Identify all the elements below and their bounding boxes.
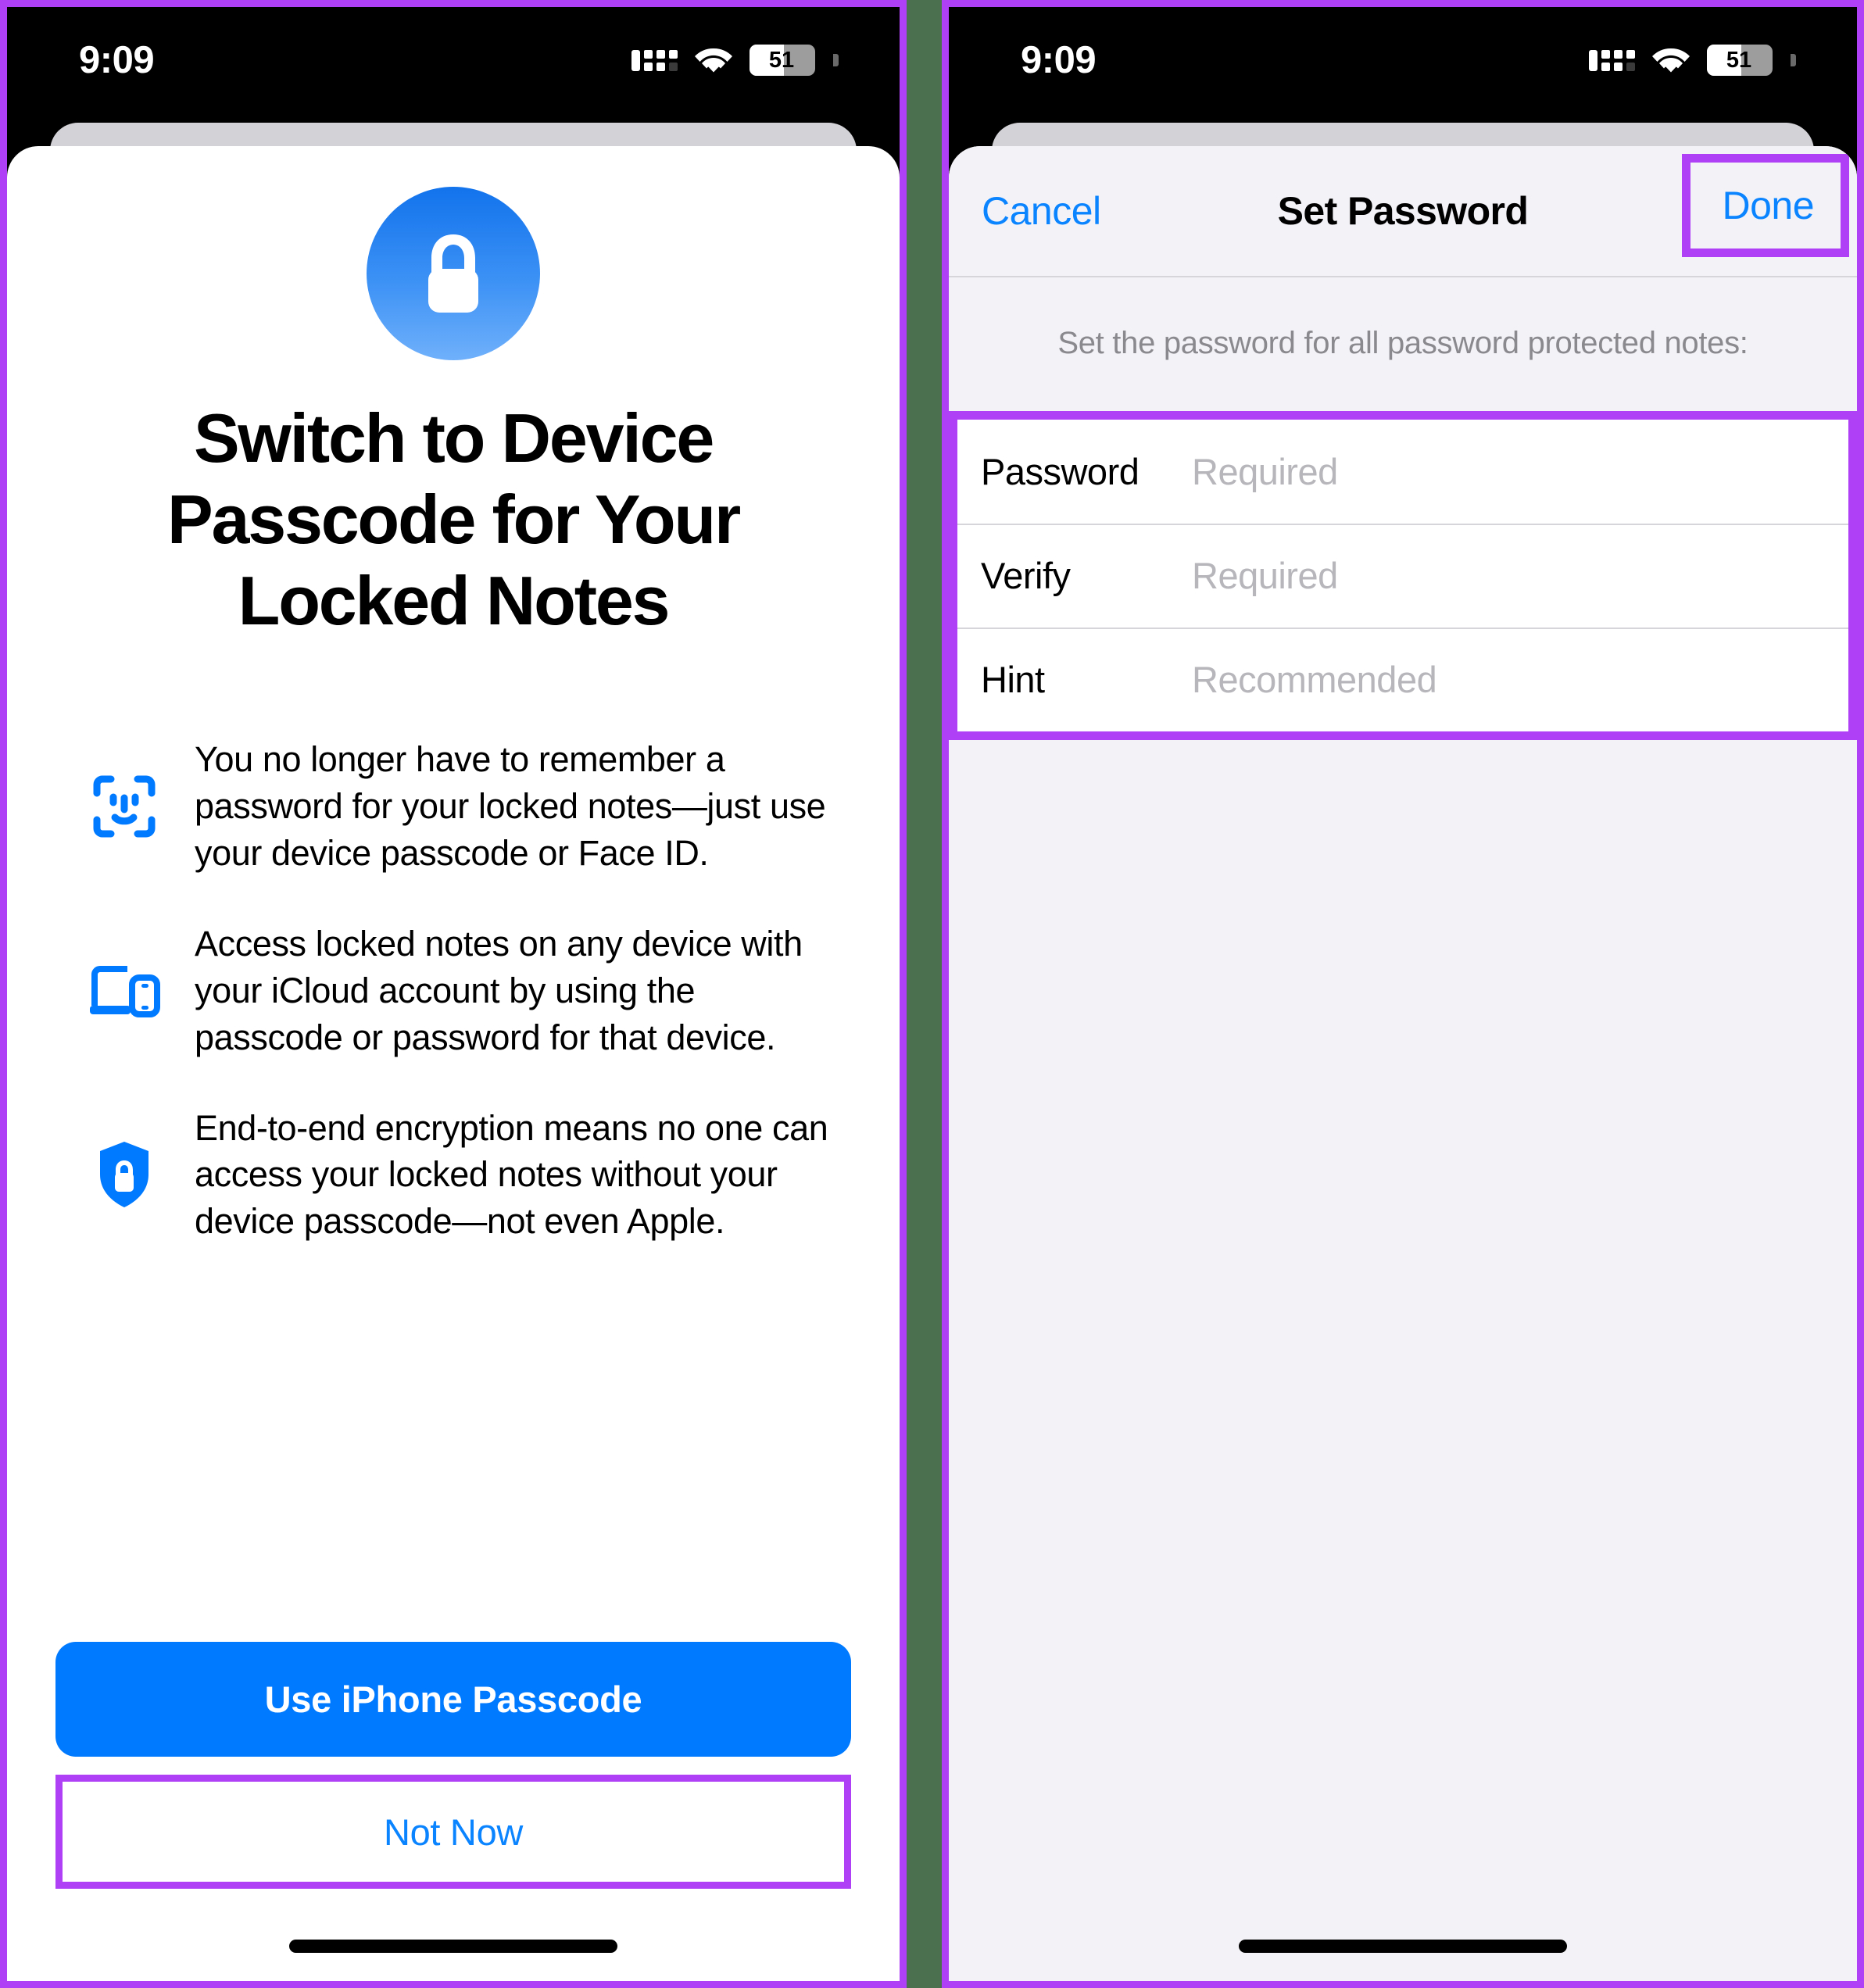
page-title: Switch to Device Passcode for Your Locke… bbox=[166, 399, 741, 639]
shield-lock-icon bbox=[88, 1139, 160, 1210]
battery-cap-icon bbox=[833, 54, 839, 66]
left-phone-screen: 9:09 51 Switch to Device Passcode for Yo… bbox=[0, 0, 907, 1988]
lock-badge-icon bbox=[367, 187, 540, 360]
navigation-bar: Cancel Set Password Done bbox=[949, 146, 1857, 277]
set-password-sheet: Cancel Set Password Done Set the passwor… bbox=[949, 146, 1857, 1981]
status-icons: 51 bbox=[631, 30, 839, 76]
form-empty-area bbox=[949, 740, 1857, 1981]
feature-text: End-to-end encryption means no one can a… bbox=[195, 1107, 828, 1242]
onboarding-sheet: Switch to Device Passcode for Your Locke… bbox=[7, 146, 900, 1981]
feature-text: Access locked notes on any device with y… bbox=[195, 924, 803, 1057]
verify-input[interactable] bbox=[1192, 554, 1848, 597]
password-input[interactable] bbox=[1192, 450, 1848, 493]
feature-list: You no longer have to remember a passwor… bbox=[7, 736, 900, 1642]
battery-level: 51 bbox=[768, 47, 795, 73]
wifi-icon bbox=[693, 45, 734, 75]
done-highlight: Done bbox=[1682, 154, 1849, 257]
list-item: End-to-end encryption means no one can a… bbox=[88, 1105, 835, 1246]
home-bar bbox=[1239, 1940, 1567, 1953]
battery-cap-icon bbox=[1791, 54, 1796, 66]
battery-icon: 51 bbox=[1707, 45, 1773, 76]
status-time: 9:09 bbox=[79, 39, 155, 81]
hint-field-label: Hint bbox=[981, 659, 1045, 700]
wifi-icon bbox=[1651, 45, 1691, 75]
password-field-row[interactable]: Password bbox=[957, 420, 1848, 524]
password-field-label: Password bbox=[981, 451, 1140, 492]
status-icons: 51 bbox=[1589, 30, 1796, 76]
devices-laptop-phone-icon bbox=[88, 955, 160, 1027]
password-fields-highlight: Password Verify Hint bbox=[949, 411, 1857, 740]
not-now-button[interactable]: Not Now bbox=[63, 1782, 844, 1882]
feature-text: You no longer have to remember a passwor… bbox=[195, 739, 826, 874]
home-indicator-left bbox=[7, 1940, 900, 1953]
hint-field-row[interactable]: Hint bbox=[957, 628, 1848, 731]
cellular-signal-icon bbox=[631, 49, 678, 71]
onboarding-hero: Switch to Device Passcode for Your Locke… bbox=[7, 146, 900, 641]
verify-field-label: Verify bbox=[981, 555, 1071, 596]
done-button[interactable]: Done bbox=[1722, 183, 1814, 228]
cellular-signal-icon bbox=[1589, 49, 1635, 71]
list-item: Access locked notes on any device with y… bbox=[88, 921, 835, 1061]
battery-icon: 51 bbox=[750, 45, 815, 76]
list-item: You no longer have to remember a passwor… bbox=[88, 736, 835, 877]
battery-level: 51 bbox=[1726, 47, 1752, 73]
form-caption: Set the password for all password protec… bbox=[949, 277, 1857, 411]
status-time: 9:09 bbox=[1021, 39, 1097, 81]
home-bar bbox=[289, 1940, 617, 1953]
right-phone-screen: 9:09 51 Cancel Set Password Done Set the… bbox=[942, 0, 1864, 1988]
screenshot-root: 9:09 51 Switch to Device Passcode for Yo… bbox=[0, 0, 1864, 1988]
home-indicator-right bbox=[949, 1940, 1857, 1953]
hint-input[interactable] bbox=[1192, 658, 1848, 701]
not-now-highlight: Not Now bbox=[55, 1775, 851, 1889]
cancel-button[interactable]: Cancel bbox=[982, 188, 1101, 234]
face-id-icon bbox=[88, 771, 160, 842]
verify-field-row[interactable]: Verify bbox=[957, 524, 1848, 628]
status-bar-left: 9:09 51 bbox=[7, 7, 900, 99]
use-iphone-passcode-button[interactable]: Use iPhone Passcode bbox=[55, 1642, 851, 1757]
onboarding-actions: Use iPhone Passcode Not Now bbox=[7, 1642, 900, 1889]
status-bar-right: 9:09 51 bbox=[949, 7, 1857, 99]
